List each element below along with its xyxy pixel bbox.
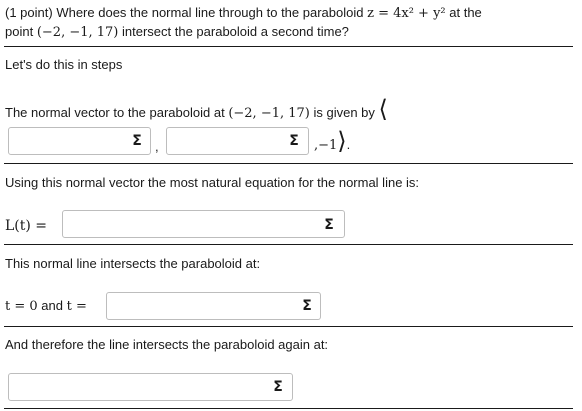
divider: [4, 408, 573, 409]
open-angle-bracket: ⟨: [378, 95, 388, 123]
step2-text: Using this normal vector the most natura…: [5, 175, 420, 190]
t-value-input[interactable]: [106, 292, 321, 320]
point-coordinates: (−2, −1, 17): [36, 25, 119, 40]
sigma-icon[interactable]: Σ: [127, 130, 147, 152]
divider: [4, 326, 573, 327]
sigma-icon[interactable]: Σ: [297, 295, 317, 317]
sigma-icon[interactable]: Σ: [284, 130, 304, 152]
component-comma: ,: [155, 139, 159, 154]
sigma-icon[interactable]: Σ: [268, 376, 288, 398]
step4-text: And therefore the line intersects the pa…: [5, 337, 329, 352]
surface-equation: z = 4x² + y²: [367, 6, 446, 21]
problem-line-1: (1 point) Where does the normal line thr…: [5, 5, 482, 21]
steps-intro: Let's do this in steps: [5, 57, 123, 72]
problem-line-2: point (−2, −1, 17) intersect the parabol…: [5, 24, 349, 40]
t-values-label: t = 0 and t =: [5, 298, 87, 314]
divider: [4, 244, 573, 245]
step3-text: This normal line intersects the parabolo…: [5, 256, 261, 271]
close-angle-bracket: ⟩: [337, 127, 347, 155]
divider: [4, 163, 573, 164]
divider: [4, 46, 573, 47]
sigma-icon[interactable]: Σ: [319, 214, 339, 236]
intersection-point-input[interactable]: [8, 373, 293, 401]
third-component: ,−1⟩.: [314, 127, 351, 155]
step1-point: (−2, −1, 17): [228, 106, 310, 121]
normal-line-input[interactable]: [62, 210, 345, 238]
step1-text: The normal vector to the paraboloid at (…: [5, 95, 388, 123]
line-label: L(t) =: [5, 218, 48, 234]
